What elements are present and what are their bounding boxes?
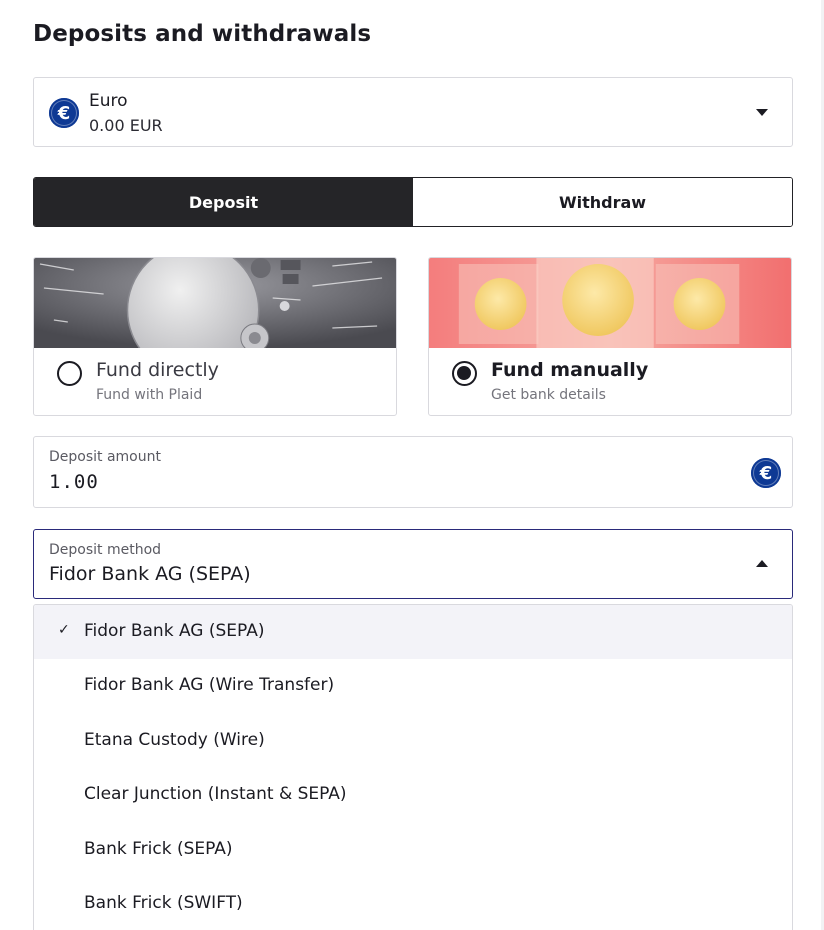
fund-manually-radio[interactable]	[452, 361, 477, 386]
currency-balance: 0.00 EUR	[89, 116, 163, 135]
euro-icon: €	[49, 98, 79, 128]
dropdown-option[interactable]: ✓ Fidor Bank AG (SEPA)	[34, 605, 792, 659]
fund-directly-illustration	[34, 258, 396, 348]
dropdown-option-label: Fidor Bank AG (SEPA)	[84, 621, 265, 641]
tab-withdraw[interactable]: Withdraw	[413, 178, 792, 226]
dropdown-option[interactable]: Bank Frick (SEPA)	[34, 823, 792, 877]
dropdown-option[interactable]: Bank Frick (SWIFT)	[34, 877, 792, 930]
fund-directly-title: Fund directly	[96, 359, 219, 381]
deposit-amount-field[interactable]: Deposit amount 1.00 €	[33, 436, 793, 508]
dropdown-option-label: Bank Frick (SEPA)	[84, 839, 233, 859]
dropdown-option-label: Bank Frick (SWIFT)	[84, 893, 243, 913]
fund-manually-title: Fund manually	[491, 359, 649, 381]
currency-name: Euro	[89, 91, 128, 111]
dropdown-option-label: Clear Junction (Instant & SEPA)	[84, 784, 347, 804]
euro-icon: €	[751, 458, 781, 488]
tab-deposit[interactable]: Deposit	[34, 178, 413, 226]
fund-directly-radio[interactable]	[57, 361, 82, 386]
deposit-method-select[interactable]: Deposit method Fidor Bank AG (SEPA)	[33, 529, 793, 599]
dropdown-option-label: Etana Custody (Wire)	[84, 730, 265, 750]
deposit-amount-label: Deposit amount	[49, 449, 161, 465]
fund-directly-subtitle: Fund with Plaid	[96, 387, 203, 403]
fund-manually-subtitle: Get bank details	[491, 387, 606, 403]
deposit-withdraw-tabs: Deposit Withdraw	[33, 177, 793, 227]
dropdown-option[interactable]: Fidor Bank AG (Wire Transfer)	[34, 659, 792, 713]
check-icon: ✓	[58, 622, 70, 638]
dropdown-option[interactable]: Clear Junction (Instant & SEPA)	[34, 768, 792, 822]
deposit-method-dropdown: ✓ Fidor Bank AG (SEPA) Fidor Bank AG (Wi…	[33, 604, 793, 930]
dropdown-option[interactable]: Etana Custody (Wire)	[34, 714, 792, 768]
fund-manually-illustration	[429, 258, 791, 348]
dropdown-option-label: Fidor Bank AG (Wire Transfer)	[84, 675, 335, 695]
fund-directly-card[interactable]: Fund directly Fund with Plaid	[33, 257, 397, 416]
currency-selector[interactable]: € Euro 0.00 EUR	[33, 77, 793, 147]
fund-manually-card[interactable]: Fund manually Get bank details	[428, 257, 792, 416]
deposit-amount-input[interactable]: 1.00	[49, 471, 99, 493]
page-title: Deposits and withdrawals	[33, 21, 372, 47]
chevron-up-icon	[756, 560, 768, 567]
deposit-method-label: Deposit method	[49, 542, 162, 558]
chevron-down-icon	[756, 109, 768, 116]
deposit-method-value: Fidor Bank AG (SEPA)	[49, 563, 251, 585]
